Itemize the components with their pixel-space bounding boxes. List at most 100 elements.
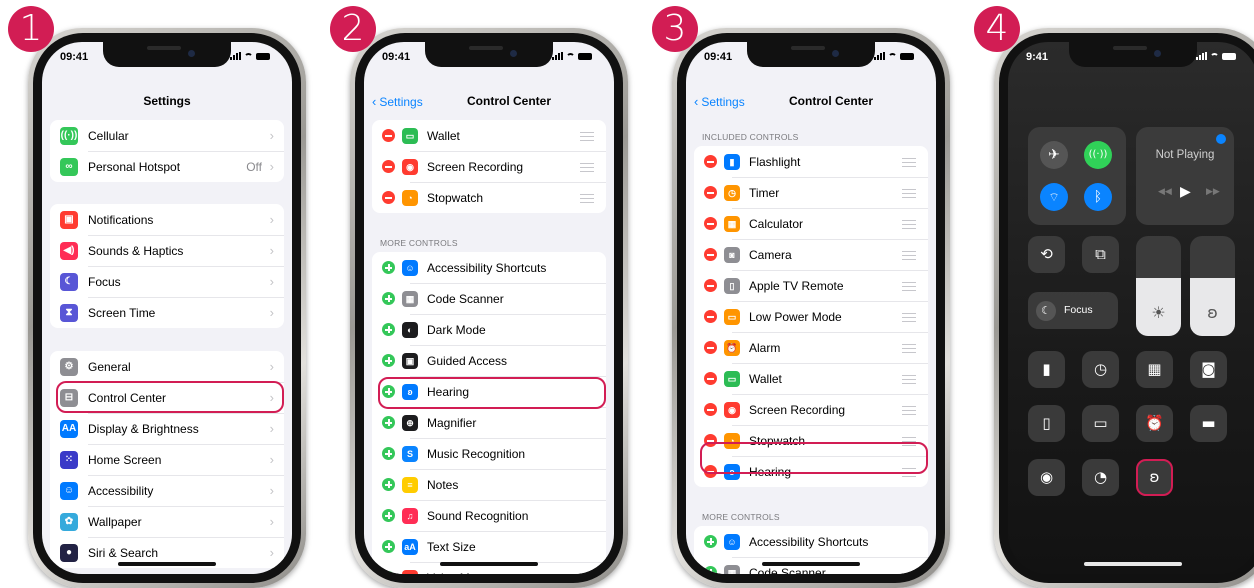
step-badge-2: 2 — [330, 6, 376, 52]
chevron-right-icon: › — [269, 274, 274, 289]
add-control-button[interactable] — [382, 571, 395, 574]
settings-row[interactable]: AA Display & Brightness › — [50, 413, 284, 444]
add-control-button[interactable] — [382, 323, 395, 336]
alarm-icon[interactable]: ⏰ — [1136, 405, 1173, 442]
notch — [103, 42, 231, 67]
remove-control-button[interactable] — [704, 155, 717, 168]
status-time: 09:41 — [60, 51, 89, 63]
add-control-button[interactable] — [382, 416, 395, 429]
control-center-settings-screen: 09:41 ‹ Settings Control Center ▭ Wallet ◉ S… — [364, 42, 614, 574]
settings-row[interactable]: ∞ Personal Hotspot Off › — [50, 151, 284, 182]
apple-tv-remote-icon[interactable]: ▯ — [1028, 405, 1065, 442]
volume-slider[interactable]: ʚ — [1190, 236, 1235, 336]
now-playing-module[interactable]: Not Playing ◀◀ ▶ ▶▶ — [1136, 127, 1234, 225]
wifi-toggle[interactable]: ⌔ — [1040, 183, 1068, 211]
previous-track-icon[interactable]: ◀◀ — [1158, 187, 1172, 197]
home-indicator[interactable] — [440, 562, 538, 566]
screen-mirroring-icon[interactable]: ⧉ — [1082, 236, 1119, 273]
settings-row[interactable]: ☺ Accessibility › — [50, 475, 284, 506]
remove-control-button[interactable] — [704, 341, 717, 354]
airplane-mode-toggle[interactable]: ✈ — [1040, 141, 1068, 169]
chevron-right-icon: › — [269, 305, 274, 320]
settings-row[interactable]: ⚙ General › — [50, 351, 284, 382]
wallet-icon[interactable]: ▬ — [1190, 405, 1227, 442]
reorder-handle-icon[interactable] — [902, 158, 916, 167]
settings-row[interactable]: ⁙ Home Screen › — [50, 444, 284, 475]
accessibility-icon: ☺ — [402, 259, 418, 276]
remove-control-button[interactable] — [704, 372, 717, 385]
focus-button[interactable]: ☾ Focus — [1028, 292, 1118, 329]
highlight-control-center — [56, 381, 284, 413]
control-row: ▮ Flashlight — [694, 146, 928, 177]
control-row: ≡ Notes — [372, 469, 606, 500]
hearing-icon[interactable]: ʚ — [1136, 459, 1173, 496]
flashlight-icon[interactable]: ▮ — [1028, 351, 1065, 388]
cellular-toggle[interactable]: ((·)) — [1084, 141, 1112, 169]
camera-icon[interactable]: ◙ — [1190, 351, 1227, 388]
remove-control-button[interactable] — [382, 160, 395, 173]
control-row-label: Magnifier — [427, 415, 477, 430]
screen-recording-icon[interactable]: ◉ — [1028, 459, 1065, 496]
remove-control-button[interactable] — [704, 403, 717, 416]
control-row: ♫ Sound Recognition — [372, 500, 606, 531]
wifi-icon — [1210, 53, 1219, 60]
add-control-button[interactable] — [704, 566, 717, 574]
settings-row[interactable]: ☾ Focus › — [50, 266, 284, 297]
remove-control-button[interactable] — [704, 279, 717, 292]
reorder-handle-icon[interactable] — [902, 375, 916, 384]
add-control-button[interactable] — [382, 292, 395, 305]
add-control-button[interactable] — [382, 540, 395, 553]
calculator-icon[interactable]: ▦ — [1136, 351, 1173, 388]
settings-row[interactable]: ((·)) Cellular › — [50, 120, 284, 151]
settings-row[interactable]: ⧗ Screen Time › — [50, 297, 284, 328]
stopwatch-icon[interactable]: ◔ — [1082, 459, 1119, 496]
add-control-button[interactable] — [704, 535, 717, 548]
next-track-icon[interactable]: ▶▶ — [1206, 187, 1220, 197]
orientation-lock-icon[interactable]: ⟲ — [1028, 236, 1065, 273]
control-row-label: Accessibility Shortcuts — [749, 534, 869, 549]
reorder-handle-icon[interactable] — [580, 132, 594, 141]
home-indicator[interactable] — [1084, 562, 1182, 566]
control-row: aA Text Size — [372, 531, 606, 562]
add-control-button[interactable] — [382, 447, 395, 460]
remove-control-button[interactable] — [382, 129, 395, 142]
add-control-button[interactable] — [382, 509, 395, 522]
chevron-right-icon: › — [269, 452, 274, 467]
brightness-slider[interactable]: ☀ — [1136, 236, 1181, 336]
control-row: ☺ Accessibility Shortcuts — [372, 252, 606, 283]
settings-row[interactable]: ▣ Notifications › — [50, 204, 284, 235]
remove-control-button[interactable] — [382, 191, 395, 204]
reorder-handle-icon[interactable] — [902, 251, 916, 260]
reorder-handle-icon[interactable] — [902, 189, 916, 198]
control-row: ▭ Wallet — [372, 120, 606, 151]
reorder-handle-icon[interactable] — [902, 282, 916, 291]
remove-control-button[interactable] — [704, 186, 717, 199]
text-size-icon: aA — [402, 538, 418, 555]
timer-icon[interactable]: ◷ — [1082, 351, 1119, 388]
add-control-button[interactable] — [382, 354, 395, 367]
bluetooth-toggle[interactable]: ᛒ — [1084, 183, 1112, 211]
remove-control-button[interactable] — [704, 217, 717, 230]
reorder-handle-icon[interactable] — [580, 194, 594, 203]
reorder-handle-icon[interactable] — [902, 344, 916, 353]
reorder-handle-icon[interactable] — [902, 406, 916, 415]
reorder-handle-icon[interactable] — [902, 220, 916, 229]
siri-icon: ● — [60, 543, 78, 562]
home-indicator[interactable] — [118, 562, 216, 566]
reorder-handle-icon[interactable] — [580, 163, 594, 172]
accessibility-icon: ☺ — [60, 481, 78, 500]
settings-row[interactable]: ◀) Sounds & Haptics › — [50, 235, 284, 266]
settings-row[interactable]: ✿ Wallpaper › — [50, 506, 284, 537]
airplay-icon[interactable] — [1216, 134, 1226, 144]
reorder-handle-icon[interactable] — [902, 313, 916, 322]
wifi-icon — [888, 53, 897, 60]
wallet-icon: ▭ — [724, 370, 740, 387]
remove-control-button[interactable] — [704, 248, 717, 261]
add-control-button[interactable] — [382, 478, 395, 491]
settings-row-label: Personal Hotspot — [88, 159, 181, 174]
low-power-mode-icon[interactable]: ▭ — [1082, 405, 1119, 442]
add-control-button[interactable] — [382, 261, 395, 274]
home-indicator[interactable] — [762, 562, 860, 566]
play-icon[interactable]: ▶ — [1180, 184, 1191, 200]
remove-control-button[interactable] — [704, 310, 717, 323]
